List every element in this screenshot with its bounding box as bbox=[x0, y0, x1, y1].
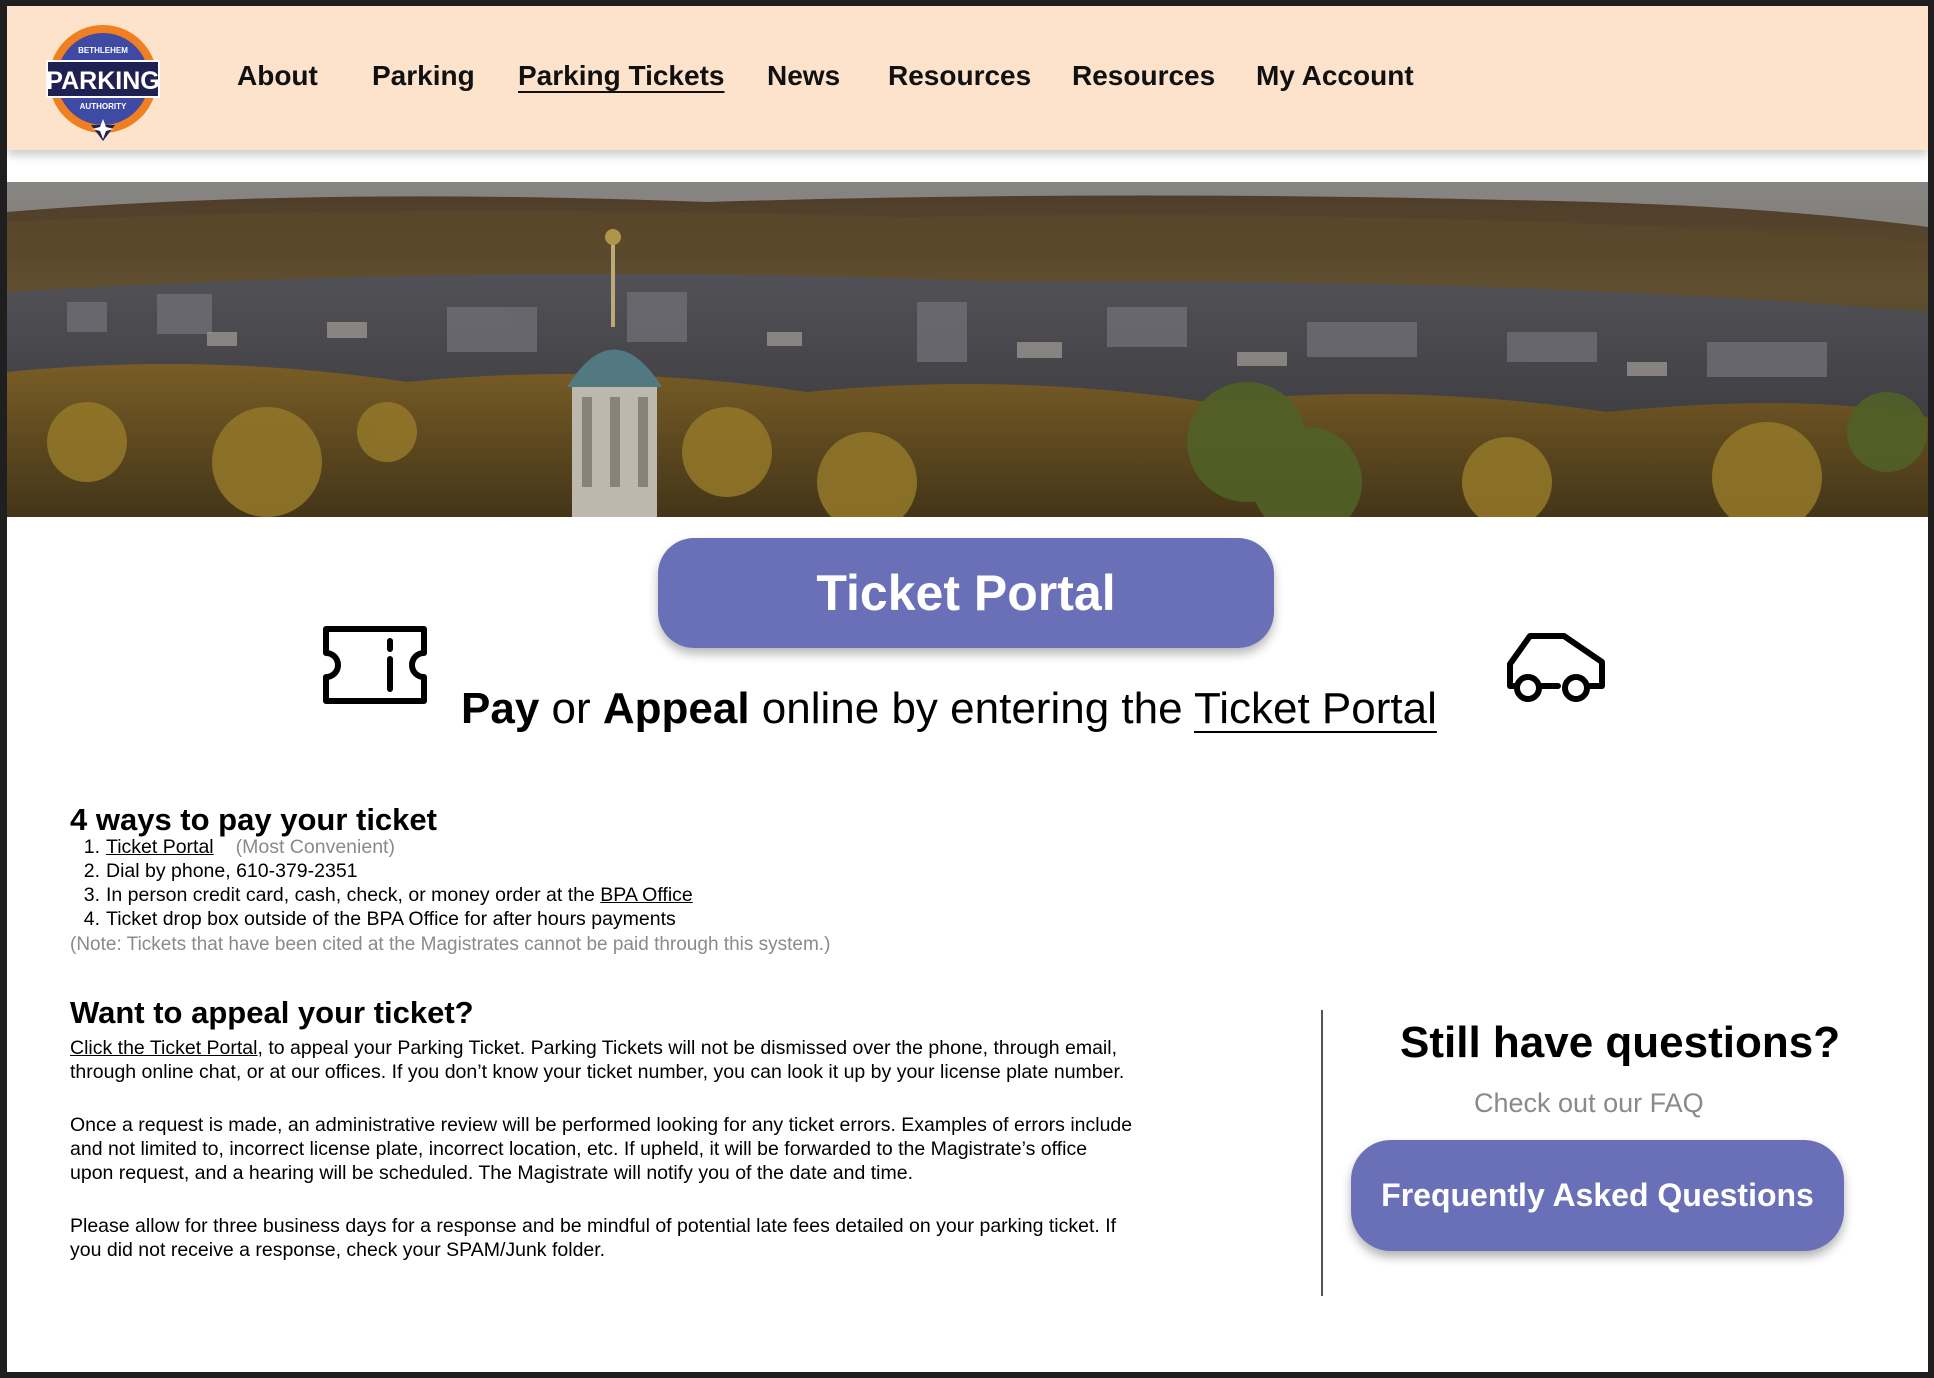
appeal-heading: Want to appeal your ticket? bbox=[70, 995, 474, 1030]
page: BETHLEHEM PARKING AUTHORITY About Parkin… bbox=[7, 6, 1928, 1372]
appeal-p3-line2: you did not receive a response, check yo… bbox=[70, 1239, 606, 1261]
car-icon bbox=[1502, 628, 1610, 708]
nav-parking[interactable]: Parking bbox=[372, 60, 475, 92]
appeal-paragraph-2: Once a request is made, an administrativ… bbox=[70, 1113, 1270, 1185]
tagline-ticket-portal-link[interactable]: Ticket Portal bbox=[1194, 684, 1437, 733]
hero-cityscape-image bbox=[7, 182, 1928, 517]
nav-resources[interactable]: Resources bbox=[888, 60, 1031, 92]
tagline-mid: online by entering the bbox=[749, 684, 1194, 733]
ways-to-pay-list: 1. Ticket Portal (Most Convenient) 2. Dial … bbox=[70, 835, 693, 931]
appeal-paragraph-3: Please allow for three business days for… bbox=[70, 1214, 1270, 1262]
ticket-icon bbox=[320, 623, 430, 707]
tagline-or: or bbox=[539, 684, 603, 733]
svg-text:PARKING: PARKING bbox=[46, 67, 159, 95]
ticket-portal-button[interactable]: Ticket Portal bbox=[658, 538, 1274, 648]
nav-news[interactable]: News bbox=[767, 60, 840, 92]
magistrates-note: (Note: Tickets that have been cited at t… bbox=[70, 934, 831, 955]
list-item: 3. In person credit card, cash, check, or… bbox=[83, 884, 693, 906]
faq-subtitle: Check out our FAQ bbox=[1474, 1088, 1704, 1118]
most-convenient-note: (Most Convenient) bbox=[235, 836, 395, 858]
portal-tagline: Pay or Appeal online by entering the Tic… bbox=[461, 684, 1437, 734]
appeal-p1-line2: through online chat, or at our offices. … bbox=[70, 1061, 1125, 1083]
ways-to-pay-heading: 4 ways to pay your ticket bbox=[70, 802, 437, 837]
vertical-divider bbox=[1321, 1010, 1323, 1296]
nav-resources-2[interactable]: Resources bbox=[1072, 60, 1215, 92]
list-item: 4. Ticket drop box outside of the BPA Off… bbox=[83, 908, 676, 930]
in-person-option: In person credit card, cash, check, or m… bbox=[106, 884, 601, 906]
appeal-p2-line1: Once a request is made, an administrativ… bbox=[70, 1114, 1133, 1136]
appeal-p1-line1: , to appeal your Parking Ticket. Parking… bbox=[257, 1037, 1118, 1059]
appeal-p2-line3: upon request, and a hearing will be sche… bbox=[70, 1162, 913, 1184]
faq-button[interactable]: Frequently Asked Questions bbox=[1351, 1140, 1844, 1251]
svg-text:AUTHORITY: AUTHORITY bbox=[80, 102, 127, 111]
click-ticket-portal-link[interactable]: Click the Ticket Portal bbox=[70, 1037, 257, 1059]
appeal-p2-line2: and not limited to, incorrect license pl… bbox=[70, 1138, 1088, 1160]
bethlehem-parking-authority-logo[interactable]: BETHLEHEM PARKING AUTHORITY bbox=[39, 23, 167, 143]
ticket-portal-link[interactable]: Ticket Portal bbox=[106, 836, 214, 858]
site-header: BETHLEHEM PARKING AUTHORITY About Parkin… bbox=[7, 6, 1928, 150]
tagline-appeal: Appeal bbox=[602, 684, 750, 733]
list-item: 1. Ticket Portal (Most Convenient) bbox=[83, 836, 395, 858]
appeal-p3-line1: Please allow for three business days for… bbox=[70, 1215, 1117, 1237]
nav-my-account[interactable]: My Account bbox=[1256, 60, 1414, 92]
drop-box-option: Ticket drop box outside of the BPA Offic… bbox=[106, 908, 676, 930]
nav-about[interactable]: About bbox=[237, 60, 318, 92]
phone-option: Dial by phone, 610-379-2351 bbox=[106, 860, 358, 882]
appeal-paragraph-1: Click the Ticket Portal, to appeal your … bbox=[70, 1036, 1270, 1084]
bpa-office-link[interactable]: BPA Office bbox=[600, 884, 693, 906]
tagline-pay: Pay bbox=[461, 684, 540, 733]
svg-text:BETHLEHEM: BETHLEHEM bbox=[78, 46, 128, 55]
list-item: 2. Dial by phone, 610-379-2351 bbox=[83, 860, 358, 882]
still-have-questions-title: Still have questions? bbox=[1400, 1018, 1841, 1067]
nav-parking-tickets[interactable]: Parking Tickets bbox=[518, 60, 724, 92]
